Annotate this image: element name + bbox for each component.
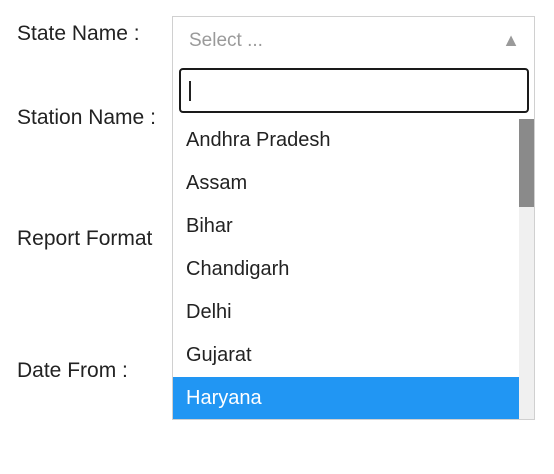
text-cursor: [189, 81, 191, 101]
station-name-label: Station Name :: [17, 106, 156, 129]
option-assam[interactable]: Assam: [173, 162, 519, 205]
state-search-box[interactable]: [179, 68, 529, 113]
dropdown-scrollbar-thumb[interactable]: [519, 119, 534, 207]
state-search-input[interactable]: [181, 70, 527, 111]
triangle-up-icon[interactable]: ▲: [502, 29, 520, 51]
option-bihar[interactable]: Bihar: [173, 205, 519, 248]
state-select[interactable]: Select ... ▲: [172, 16, 535, 62]
state-select-placeholder: Select ...: [189, 30, 263, 51]
report-format-label: Report Format: [17, 227, 153, 250]
state-name-label: State Name :: [17, 22, 140, 45]
option-gujarat[interactable]: Gujarat: [173, 334, 519, 377]
state-options-list: Andhra Pradesh Assam Bihar Chandigarh De…: [173, 119, 519, 419]
option-haryana[interactable]: Haryana: [173, 377, 519, 419]
option-andhra-pradesh[interactable]: Andhra Pradesh: [173, 119, 519, 162]
option-chandigarh[interactable]: Chandigarh: [173, 248, 519, 291]
option-delhi[interactable]: Delhi: [173, 291, 519, 334]
state-dropdown: Andhra Pradesh Assam Bihar Chandigarh De…: [172, 62, 535, 420]
date-from-label: Date From :: [17, 359, 128, 382]
dropdown-scrollbar[interactable]: [519, 119, 534, 419]
